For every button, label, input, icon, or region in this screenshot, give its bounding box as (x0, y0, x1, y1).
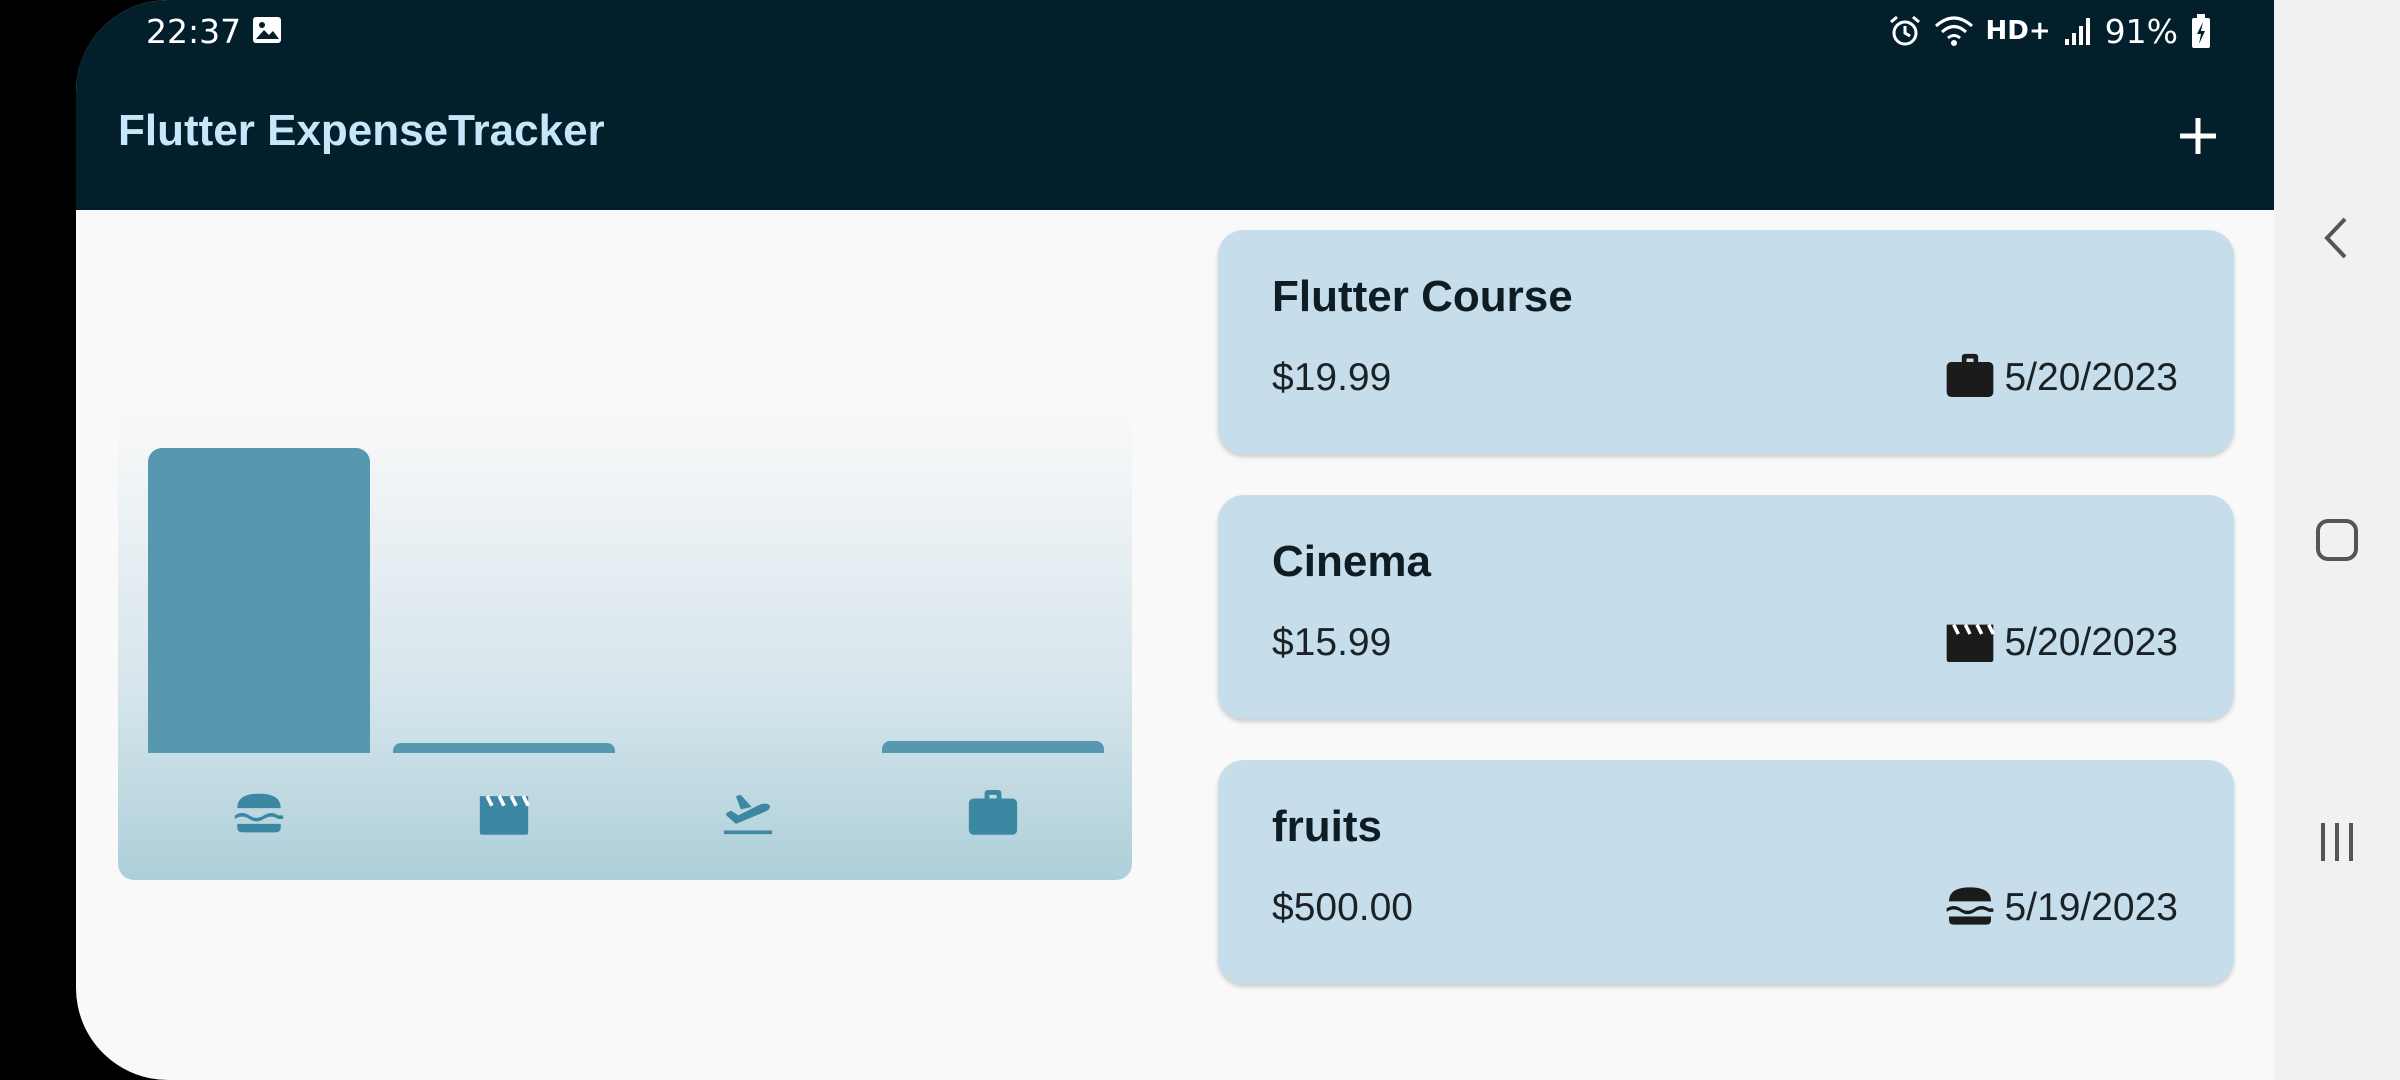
signal-icon (2063, 15, 2093, 47)
alarm-icon (1888, 14, 1922, 48)
chart-category-icons (148, 778, 1102, 848)
chart-bar (392, 743, 615, 753)
nav-home-button[interactable] (2297, 500, 2377, 580)
expense-amount: $15.99 (1272, 621, 1392, 664)
system-nav-bar (2274, 0, 2400, 1080)
expense-meta: 5/19/2023 (1942, 878, 2178, 938)
image-notification-icon (252, 16, 282, 44)
clapperboard-icon (393, 778, 615, 848)
briefcase-icon (882, 778, 1104, 848)
flight-takeoff-icon (637, 778, 859, 848)
nav-back-button[interactable] (2297, 198, 2377, 278)
chart-bar-slot (637, 448, 859, 753)
nav-recents-button[interactable] (2297, 802, 2377, 882)
expense-chart (118, 408, 1132, 880)
expense-card[interactable]: Cinema $15.99 5/20/2023 (1218, 495, 2234, 719)
app-title: Flutter ExpenseTracker (118, 106, 605, 155)
expense-meta: 5/20/2023 (1942, 613, 2178, 673)
expense-title: Cinema (1272, 537, 1431, 586)
expense-date: 5/19/2023 (2004, 886, 2178, 929)
expense-card[interactable]: Flutter Course $19.99 5/20/2023 (1218, 230, 2234, 454)
chart-bar-slot (148, 448, 370, 753)
battery-charging-icon (2190, 13, 2212, 49)
recents-icon (2321, 823, 2353, 861)
app-bar: Flutter ExpenseTracker (76, 62, 2274, 210)
chart-bar (882, 740, 1105, 753)
chart-bar (148, 448, 370, 753)
expense-meta: 5/20/2023 (1942, 348, 2178, 408)
chart-bar-slot (392, 448, 615, 753)
chart-bars (148, 448, 1105, 753)
chart-bar-slot (882, 448, 1105, 753)
add-expense-button[interactable] (2162, 100, 2234, 172)
status-time: 22:37 (146, 12, 242, 51)
expense-amount: $19.99 (1272, 356, 1392, 399)
burger-icon (148, 778, 370, 848)
burger-icon (1942, 878, 1998, 939)
briefcase-icon (1942, 348, 1998, 409)
home-icon (2316, 519, 2358, 561)
status-bar: 22:37 HD+ 91% (76, 0, 2274, 62)
battery-percent: 91% (2104, 11, 2178, 51)
expense-date: 5/20/2023 (2004, 356, 2178, 399)
expense-title: Flutter Course (1272, 272, 1573, 321)
expense-amount: $500.00 (1272, 886, 1413, 929)
app-screen: 22:37 HD+ 91% Flutter ExpenseTracker Flu… (76, 0, 2274, 1080)
status-icons: HD+ 91% (1888, 10, 2213, 52)
wifi-icon (1934, 14, 1974, 48)
expense-card[interactable]: fruits $500.00 5/19/2023 (1218, 760, 2234, 984)
back-icon (2324, 217, 2347, 259)
expense-date: 5/20/2023 (2004, 621, 2178, 664)
network-type: HD+ (1985, 16, 2051, 46)
clapperboard-icon (1942, 613, 1998, 674)
plus-icon (2180, 118, 2216, 154)
expense-title: fruits (1272, 802, 1382, 851)
